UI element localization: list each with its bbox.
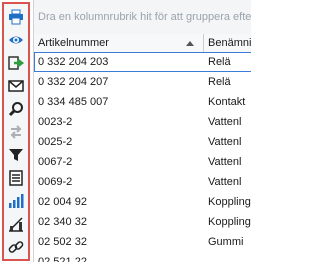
table-row[interactable]: 02 521 22 — [34, 252, 251, 262]
column-header-artikelnummer[interactable]: Artikelnummer — [34, 34, 204, 52]
column-header-label: Artikelnummer — [38, 37, 109, 49]
table-row[interactable]: 0023-2 Vattenl — [34, 112, 251, 132]
grid-header: Artikelnummer Benämning — [34, 34, 251, 53]
cell-benamning: Kontakt — [208, 96, 246, 108]
cell-benamning: Relä — [208, 56, 231, 68]
table-row[interactable]: 02 340 32 Koppling — [34, 212, 251, 232]
cell-artikelnummer: 0067-2 — [38, 156, 73, 168]
filter-icon[interactable] — [7, 146, 25, 164]
table-row[interactable]: 0025-2 Vattenl — [34, 132, 251, 152]
column-header-benamning[interactable]: Benämning — [204, 34, 251, 52]
grid-rows: 0 332 204 203 Relä 0 332 204 207 Relä 0 33… — [34, 52, 251, 262]
cell-artikelnummer: 0 332 204 203 — [38, 56, 109, 68]
cell-artikelnummer: 02 521 22 — [38, 256, 87, 262]
group-by-hint: Dra en kolumnrubrik hit för att gruppera… — [38, 11, 251, 23]
cell-artikelnummer: 02 004 92 — [38, 196, 87, 208]
group-by-panel[interactable]: Dra en kolumnrubrik hit för att gruppera… — [34, 0, 251, 35]
cell-benamning: Gummi — [208, 236, 244, 248]
cell-artikelnummer: 0069-2 — [38, 176, 73, 188]
table-row[interactable]: 02 004 92 Koppling — [34, 192, 251, 212]
mail-icon[interactable] — [7, 77, 25, 95]
cell-benamning: Vattenl — [208, 116, 242, 128]
transfer-icon[interactable] — [7, 123, 25, 141]
eye-icon[interactable] — [7, 31, 25, 49]
list-icon[interactable] — [7, 169, 25, 187]
sort-ascending-icon — [186, 41, 194, 46]
table-row[interactable]: 02 502 32 Gummi — [34, 232, 251, 252]
bar-chart-icon[interactable] — [7, 192, 25, 210]
table-row[interactable]: 0 334 485 007 Kontakt — [34, 92, 251, 112]
column-header-label: Benämning — [208, 37, 251, 49]
search-icon[interactable] — [7, 100, 25, 118]
table-row[interactable]: 0 332 204 207 Relä — [34, 72, 251, 92]
export-icon[interactable] — [7, 54, 25, 72]
table-row[interactable]: 0067-2 Vattenl — [34, 152, 251, 172]
cell-artikelnummer: 02 502 32 — [38, 236, 87, 248]
article-grid: Dra en kolumnrubrik hit för att gruppera… — [33, 0, 251, 262]
cell-benamning: Vattenl — [208, 136, 242, 148]
cell-artikelnummer: 02 340 32 — [38, 216, 87, 228]
printer-icon[interactable] — [7, 8, 25, 26]
cell-artikelnummer: 0023-2 — [38, 116, 73, 128]
cell-benamning: Relä — [208, 76, 231, 88]
sort-chart-icon[interactable] — [7, 215, 25, 233]
table-row[interactable]: 0069-2 Vattenl — [34, 172, 251, 192]
cell-benamning: Vattenl — [208, 156, 242, 168]
side-toolbar — [2, 2, 30, 261]
cell-benamning: Koppling — [208, 216, 251, 228]
cell-benamning: Vattenl — [208, 176, 242, 188]
link-icon[interactable] — [7, 238, 25, 256]
cell-artikelnummer: 0 332 204 207 — [38, 76, 109, 88]
cell-benamning: Koppling — [208, 196, 251, 208]
table-row[interactable]: 0 332 204 203 Relä — [34, 52, 251, 72]
cell-artikelnummer: 0025-2 — [38, 136, 73, 148]
cell-artikelnummer: 0 334 485 007 — [38, 96, 109, 108]
